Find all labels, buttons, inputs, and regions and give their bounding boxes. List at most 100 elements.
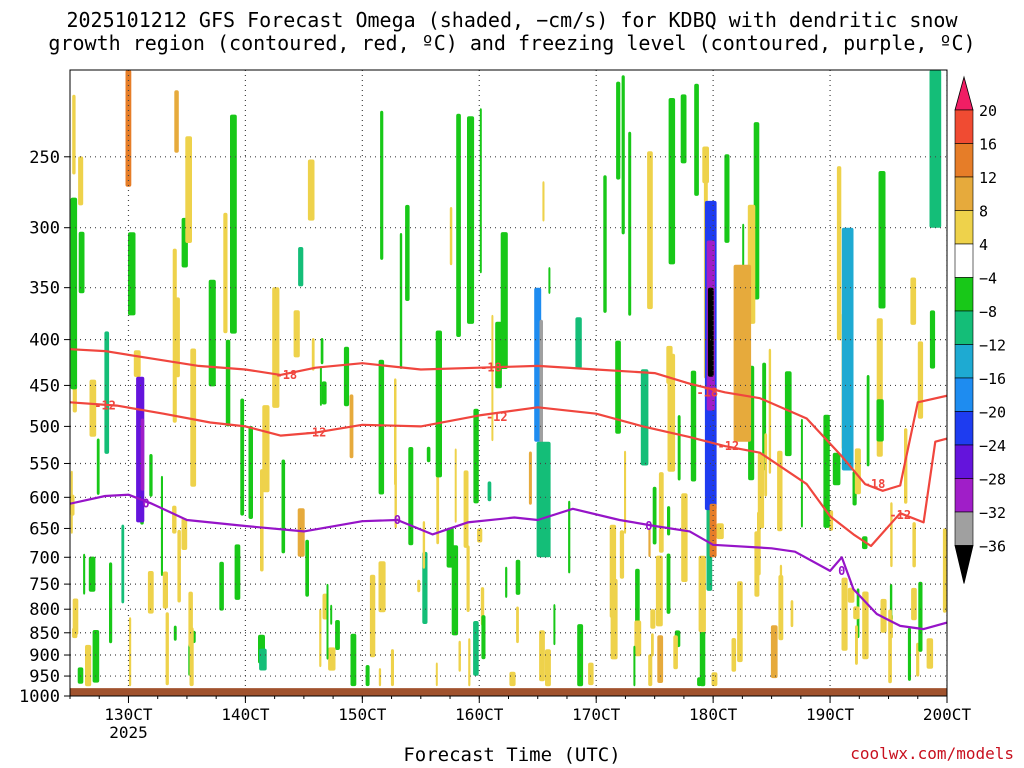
omega-cell — [281, 459, 286, 554]
omega-cell — [463, 470, 469, 548]
contour-label: 0 — [838, 564, 845, 578]
omega-cell — [319, 608, 322, 668]
omega-cell — [230, 114, 237, 334]
y-tick-label: 900 — [29, 646, 60, 666]
y-tick-label: 400 — [29, 331, 60, 351]
y-tick-label: 650 — [29, 519, 60, 539]
omega-cell — [633, 645, 636, 687]
contour-label: -18 — [480, 361, 502, 375]
omega-cell — [454, 448, 457, 523]
y-tick-label: 450 — [29, 376, 60, 396]
x-tick-label: 160CT — [455, 705, 504, 724]
credit-text: coolwx.com/models — [850, 744, 1014, 763]
omega-cell — [78, 156, 84, 206]
omega-cell — [777, 450, 783, 532]
omega-cell — [248, 426, 253, 519]
omega-cell — [378, 359, 385, 495]
omega-cell — [536, 441, 551, 558]
omega-cell — [716, 523, 724, 540]
omega-cell — [96, 438, 100, 495]
omega-cell — [866, 375, 870, 467]
omega-cell — [784, 371, 792, 457]
colorbar-swatch — [954, 210, 974, 245]
omega-cell — [426, 446, 431, 463]
omega-cell — [667, 506, 671, 536]
omega-cell — [298, 247, 304, 287]
x-tick-label: 200CT — [923, 705, 972, 724]
omega-cell — [707, 287, 714, 377]
omega-cell — [711, 672, 718, 687]
omega-cell — [878, 171, 886, 309]
omega-cell — [259, 648, 267, 671]
colorbar-swatch — [954, 511, 974, 546]
omega-cell — [652, 486, 657, 545]
colorbar-label: −16 — [979, 370, 1006, 388]
omega-cell — [162, 571, 168, 609]
omega-cell — [467, 116, 475, 324]
omega-cell — [647, 151, 653, 310]
omega-cell — [648, 654, 653, 687]
omega-cell — [634, 620, 642, 657]
omega-cell — [737, 581, 743, 663]
omega-cell — [655, 555, 663, 627]
colorbar-label: −24 — [979, 437, 1006, 455]
omega-cell — [177, 529, 181, 603]
x-year-label: 2025 — [109, 723, 148, 742]
omega-cell — [640, 369, 649, 466]
colorbar-label: −8 — [979, 303, 997, 321]
omega-cell — [505, 566, 508, 598]
omega-cell — [125, 70, 132, 187]
omega-cell — [926, 638, 934, 669]
contour-line-minus12 — [70, 401, 947, 548]
omega-cell — [832, 452, 841, 486]
omega-cell — [666, 553, 671, 614]
omega-cell — [297, 508, 305, 557]
colorbar-label: 12 — [979, 169, 997, 187]
omega-cell — [698, 555, 706, 633]
omega-cell — [175, 297, 180, 378]
omega-cell — [768, 348, 772, 474]
y-tick-label: 300 — [29, 219, 60, 239]
y-axis: 2503003504004505005506006507007508008509… — [19, 148, 70, 707]
colorbar-swatch — [954, 344, 974, 379]
omega-cell — [790, 600, 794, 628]
omega-cell — [405, 204, 410, 301]
ground-fill — [70, 688, 947, 696]
omega-cell — [417, 579, 421, 593]
omega-cell — [911, 587, 917, 621]
omega-cell — [181, 518, 188, 550]
omega-cell — [458, 640, 461, 672]
omega-cell — [778, 575, 784, 641]
y-tick-label: 1000 — [19, 687, 60, 707]
omega-cell — [942, 528, 947, 613]
y-tick-label: 500 — [29, 417, 60, 437]
contour-label: -12 — [717, 439, 739, 453]
omega-cell — [800, 418, 803, 528]
omega-cell — [208, 279, 216, 387]
omega-cell — [78, 231, 85, 294]
omega-cell — [189, 627, 194, 687]
omega-cell — [515, 559, 521, 595]
omega-cell — [694, 83, 699, 196]
omega-cell — [394, 378, 397, 486]
colorbar-swatch — [954, 310, 974, 345]
contour-label: -12 — [889, 508, 911, 522]
colorbar-bottom-arrow — [954, 545, 974, 584]
omega-cell — [680, 94, 687, 164]
omega-cell — [673, 635, 678, 670]
omega-cell — [677, 415, 681, 481]
omega-cell — [451, 545, 459, 636]
omega-cell — [328, 647, 336, 671]
omega-cell — [160, 475, 163, 576]
omega-cell — [223, 212, 228, 334]
omega-cell — [603, 175, 607, 313]
omega-cell — [311, 338, 315, 371]
colorbar-swatch — [954, 243, 974, 278]
plot-frame — [69, 69, 948, 697]
y-tick-label: 250 — [29, 148, 60, 168]
omega-cell — [172, 505, 177, 534]
omega-shading — [70, 70, 947, 687]
omega-cell — [293, 310, 300, 358]
colorbar-swatch — [954, 143, 974, 178]
contour-label: -18 — [275, 368, 297, 382]
